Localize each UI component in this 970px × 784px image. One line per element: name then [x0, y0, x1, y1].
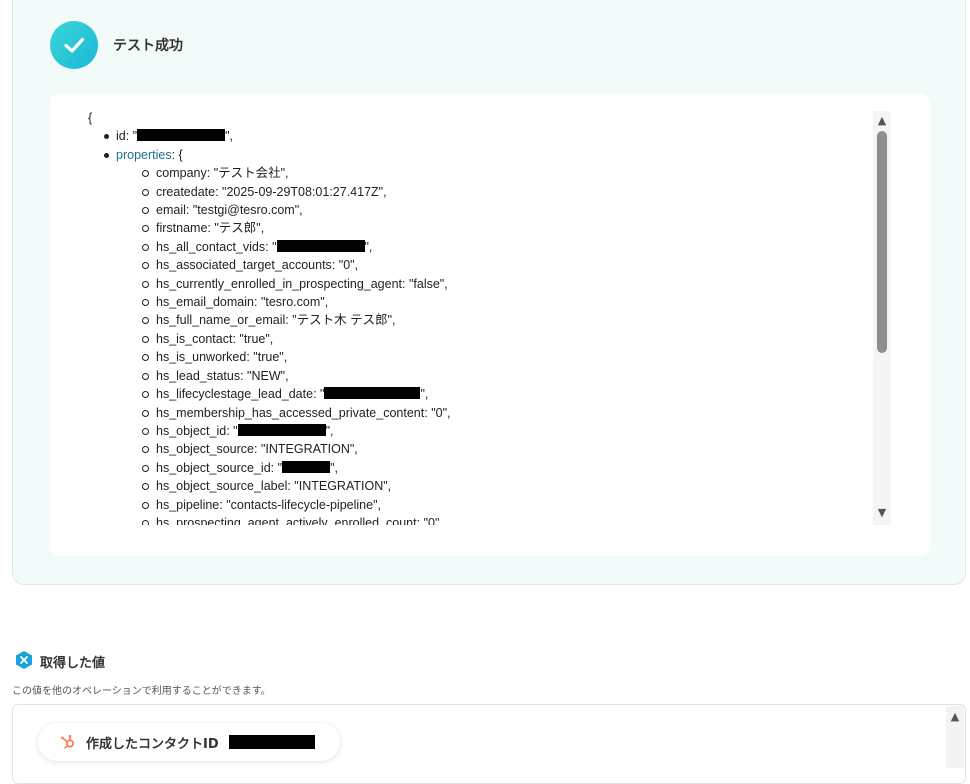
- property-key: hs_object_source_id: [156, 460, 271, 475]
- property-row: hs_object_id: " ",: [142, 422, 870, 440]
- property-value: "NEW",: [247, 368, 289, 383]
- property-value: " ",: [233, 423, 334, 438]
- redacted-value: [137, 129, 226, 142]
- property-key: hs_associated_target_accounts: [156, 258, 332, 273]
- json-viewer[interactable]: { id: " ", properties: { company: "テスト会社"…: [50, 93, 870, 525]
- property-value: "contacts-lifecycle-pipeline",: [226, 497, 381, 512]
- property-value: " ",: [277, 460, 338, 475]
- property-row: email: "testgi@tesro.com",: [142, 201, 870, 219]
- property-row: firstname: "テス郎",: [142, 219, 870, 237]
- scroll-up-arrow-icon[interactable]: ▲: [875, 115, 889, 126]
- property-row: hs_currently_enrolled_in_prospecting_age…: [142, 275, 870, 293]
- property-key: hs_full_name_or_email: [156, 313, 286, 328]
- json-scrollbar-thumb[interactable]: [877, 131, 887, 353]
- property-key: hs_lifecyclestage_lead_date: [156, 387, 314, 402]
- property-row: hs_all_contact_vids: " ",: [142, 238, 870, 256]
- property-key: hs_all_contact_vids: [156, 239, 266, 254]
- acquired-values-description: この値を他のオペレーションで利用することができます。: [12, 686, 271, 697]
- json-open-brace: {: [88, 111, 93, 125]
- property-value: " ",: [320, 387, 429, 402]
- property-value: "テスト会社",: [213, 166, 289, 181]
- property-value: "2025-09-29T08:01:27.417Z",: [222, 184, 387, 199]
- property-key: company: [156, 166, 207, 181]
- contact-id-chip[interactable]: 作成したコンタクトID: [38, 723, 340, 761]
- property-key: hs_pipeline: [156, 497, 220, 512]
- property-value: "true",: [253, 350, 288, 365]
- property-value: "true",: [239, 331, 274, 346]
- property-row: hs_is_unworked: "true",: [142, 348, 870, 366]
- property-value: "tesro.com",: [260, 295, 329, 310]
- properties-list: company: "テスト会社", createdate: "2025-09-29…: [116, 164, 870, 525]
- property-value: "false",: [408, 276, 448, 291]
- property-row: hs_pipeline: "contacts-lifecycle-pipelin…: [142, 496, 870, 514]
- property-value: "testgi@tesro.com",: [192, 203, 303, 218]
- property-row: hs_object_source_label: "INTEGRATION",: [142, 477, 870, 495]
- property-value: "0",: [338, 258, 359, 273]
- json-id-key: id: [116, 129, 126, 144]
- json-properties-key[interactable]: properties: [116, 148, 172, 162]
- property-row: hs_membership_has_accessed_private_conte…: [142, 404, 870, 422]
- property-row: hs_object_source_id: " ",: [142, 459, 870, 477]
- property-value: "0",: [431, 405, 451, 420]
- property-row: createdate: "2025-09-29T08:01:27.417Z",: [142, 183, 870, 201]
- json-id-row: id: " ",: [104, 127, 870, 145]
- redacted-value: [324, 387, 421, 400]
- contact-id-chip-label: 作成したコンタクトID: [86, 736, 219, 752]
- redacted-value: [237, 423, 326, 436]
- property-row: hs_lifecyclestage_lead_date: " ",: [142, 385, 870, 403]
- redacted-value: [282, 460, 331, 473]
- values-scroll-up-arrow-icon[interactable]: ▲: [948, 711, 962, 722]
- property-value: "テスト木 テス郎",: [292, 313, 396, 328]
- property-key: createdate: [156, 184, 216, 199]
- property-row: hs_object_source: "INTEGRATION",: [142, 440, 870, 458]
- property-value: " ",: [272, 239, 373, 254]
- property-key: hs_object_source: [156, 442, 254, 457]
- property-row: company: "テスト会社",: [142, 164, 870, 182]
- scroll-down-arrow-icon[interactable]: ▼: [875, 507, 889, 518]
- property-key: hs_is_contact: [156, 331, 233, 346]
- property-key: hs_lead_status: [156, 368, 241, 383]
- property-row: hs_is_contact: "true",: [142, 330, 870, 348]
- test-result-panel: テスト成功 { id: " ", properties: { company: "…: [12, 0, 966, 585]
- property-key: hs_currently_enrolled_in_prospecting_age…: [156, 276, 403, 291]
- property-key: hs_object_id: [156, 423, 227, 438]
- property-row: hs_lead_status: "NEW",: [142, 367, 870, 385]
- redacted-value: [276, 239, 365, 252]
- hubspot-icon: [60, 734, 76, 750]
- property-value: "0": [423, 515, 440, 525]
- test-success-title: テスト成功: [113, 38, 183, 54]
- property-row: hs_associated_target_accounts: "0",: [142, 256, 870, 274]
- property-row: hs_email_domain: "tesro.com",: [142, 293, 870, 311]
- json-output-card: { id: " ", properties: { company: "テスト会社"…: [50, 93, 930, 556]
- property-key: hs_email_domain: [156, 295, 254, 310]
- redacted-value: [228, 735, 315, 749]
- property-value: "テス郎",: [214, 221, 265, 236]
- property-value: "INTEGRATION",: [294, 479, 392, 494]
- variable-badge-icon: [14, 650, 34, 670]
- json-properties-row: properties: { company: "テスト会社", createdat…: [104, 146, 870, 525]
- property-key: hs_is_unworked: [156, 350, 247, 365]
- acquired-values-title: 取得した値: [40, 656, 106, 671]
- property-row: hs_full_name_or_email: "テスト木 テス郎",: [142, 311, 870, 329]
- property-key: firstname: [156, 221, 208, 236]
- check-circle-icon: [50, 21, 98, 69]
- property-row: hs_prospecting_agent_actively_enrolled_c…: [142, 514, 870, 525]
- property-key: email: [156, 203, 186, 218]
- property-key: hs_membership_has_accessed_private_conte…: [156, 405, 425, 420]
- property-key: hs_prospecting_agent_actively_enrolled_c…: [156, 515, 417, 525]
- property-key: hs_object_source_label: [156, 479, 288, 494]
- property-value: "INTEGRATION",: [260, 442, 358, 457]
